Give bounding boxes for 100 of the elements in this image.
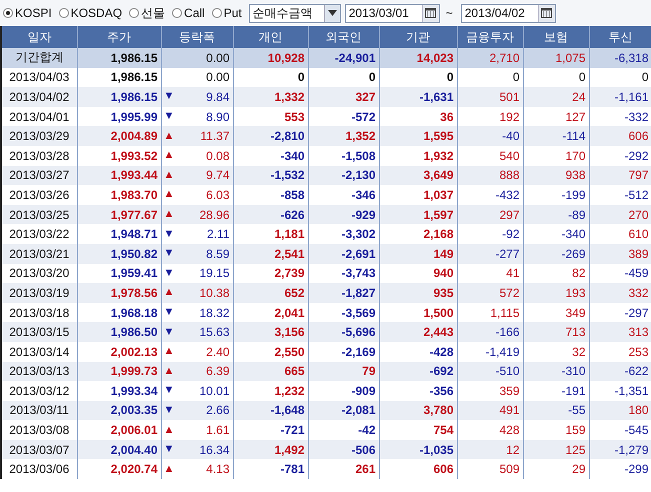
table-cell: 261 [308,459,379,480]
market-radio[interactable]: KOSDAQ [58,6,122,20]
table-cell: -1,279 [589,440,651,460]
trend-arrow: ▼ [164,111,174,122]
table-cell: -2,081 [308,400,379,420]
table-cell: 8.59 [206,246,230,261]
trend-arrow: ▼ [164,307,174,318]
table-cell: 24 [523,87,589,107]
table-cell: 1,352 [308,126,379,146]
table-cell: 1,595 [379,126,457,146]
market-radio[interactable]: KOSPI [3,6,52,20]
table-cell: 501 [457,87,523,107]
table-cell: -622 [589,362,651,382]
table-cell: 0.08 [206,148,230,163]
table-cell: 270 [589,204,651,224]
table-cell: 606 [379,459,457,480]
market-radio[interactable]: Put [212,6,242,20]
table-cell: -1,532 [233,166,308,186]
table-cell: 9.84 [206,90,230,104]
table-cell: 797 [589,166,651,186]
table-cell: 935 [379,283,457,303]
table-cell: -781 [233,459,308,480]
table-cell: 2,443 [379,322,457,342]
table-cell: 18.32 [199,306,230,320]
table-cell: -55 [523,400,589,420]
table-cell: 713 [523,322,589,342]
table-cell: 2013/03/06 [1,459,77,480]
table-cell: -2,691 [308,244,379,264]
table-cell: 2,003.35 [77,400,161,420]
trend-arrow: ▲ [164,346,174,358]
trend-arrow: ▼ [164,91,174,102]
table-cell: -510 [457,362,523,382]
table-cell: 11.37 [200,129,230,144]
table-cell: 572 [457,283,523,303]
trend-arrow: ▲ [164,189,174,200]
market-radio[interactable]: Call [172,6,205,20]
range-separator: ~ [446,6,453,20]
table-cell: 665 [233,362,308,382]
table-cell: 327 [308,87,379,107]
trend-arrow: ▼ [164,248,174,260]
table-cell: -626 [233,204,308,224]
table-cell: 29 [523,459,589,480]
column-header[interactable]: 기관 [379,26,457,48]
table-cell: 2.66 [206,403,230,418]
table-cell: 9.74 [206,168,230,182]
table-cell: 606 [589,126,651,146]
column-header[interactable]: 주가 [77,26,161,48]
table-cell: 8.90 [206,110,230,124]
column-header[interactable]: 일자 [1,26,77,48]
table-cell: 4.13 [206,462,230,476]
market-radio[interactable]: 선물 [129,4,166,22]
table-cell: 2013/03/07 [1,440,77,460]
trend-arrow: ▲ [164,464,174,475]
table-cell: 1,999.73 [77,362,161,382]
table-cell: -114 [523,126,589,146]
trend-arrow: ▼ [164,326,174,338]
table-cell: 1,986.15 [77,87,161,107]
table-cell: 10,928 [233,48,308,68]
table-cell: -1,648 [233,400,308,420]
table-cell: 2,020.74 [77,459,161,480]
table-cell: -89 [523,204,589,224]
column-header[interactable]: 투신 [589,26,651,48]
column-header[interactable]: 개인 [233,26,308,48]
table-cell: 313 [589,322,651,342]
trend-arrow: ▲ [164,287,174,298]
table-cell: 2.11 [207,227,230,242]
measure-dropdown[interactable]: 순매수금액 [248,4,341,22]
trend-arrow: ▲ [164,130,174,142]
table-cell: 79 [308,362,379,382]
table-cell: 3,780 [379,400,457,420]
table-cell: 기간합계 [1,48,77,68]
start-date-field[interactable]: 2013/03/01 [344,4,440,22]
column-header[interactable]: 금융투자 [457,26,523,48]
table-cell: -1,161 [589,87,651,107]
table-cell: 16.34 [199,442,230,457]
table-cell: 10.01 [199,384,230,398]
table-cell: 180 [589,400,651,420]
trend-arrow: ▼ [164,228,174,240]
calendar-icon [541,8,552,18]
trend-arrow: ▼ [164,444,174,456]
table-cell: 1.61 [206,423,230,438]
column-header[interactable]: 등락폭 [161,26,233,48]
table-cell: -506 [308,440,379,460]
table-cell: -5,696 [308,322,379,342]
table-cell: 6.39 [206,364,230,378]
table-cell: 1,986.15 [77,48,161,68]
end-date-field[interactable]: 2013/04/02 [460,4,556,22]
column-header[interactable]: 보험 [523,26,589,48]
column-header[interactable]: 외국인 [308,26,379,48]
table-cell: 1,977.67 [77,204,161,224]
trend-arrow: ▲ [164,209,174,220]
trend-arrow: ▲ [164,366,174,377]
table-cell: 0.00 [206,70,230,84]
trend-arrow: ▲ [164,170,174,181]
table-cell: 14,023 [379,48,457,68]
table-cell: 1,993.44 [77,166,161,186]
table-cell: 15.63 [199,325,230,340]
table-cell: 0.00 [206,50,230,65]
table-cell: 3,156 [233,322,308,342]
table-cell: 389 [589,244,651,264]
